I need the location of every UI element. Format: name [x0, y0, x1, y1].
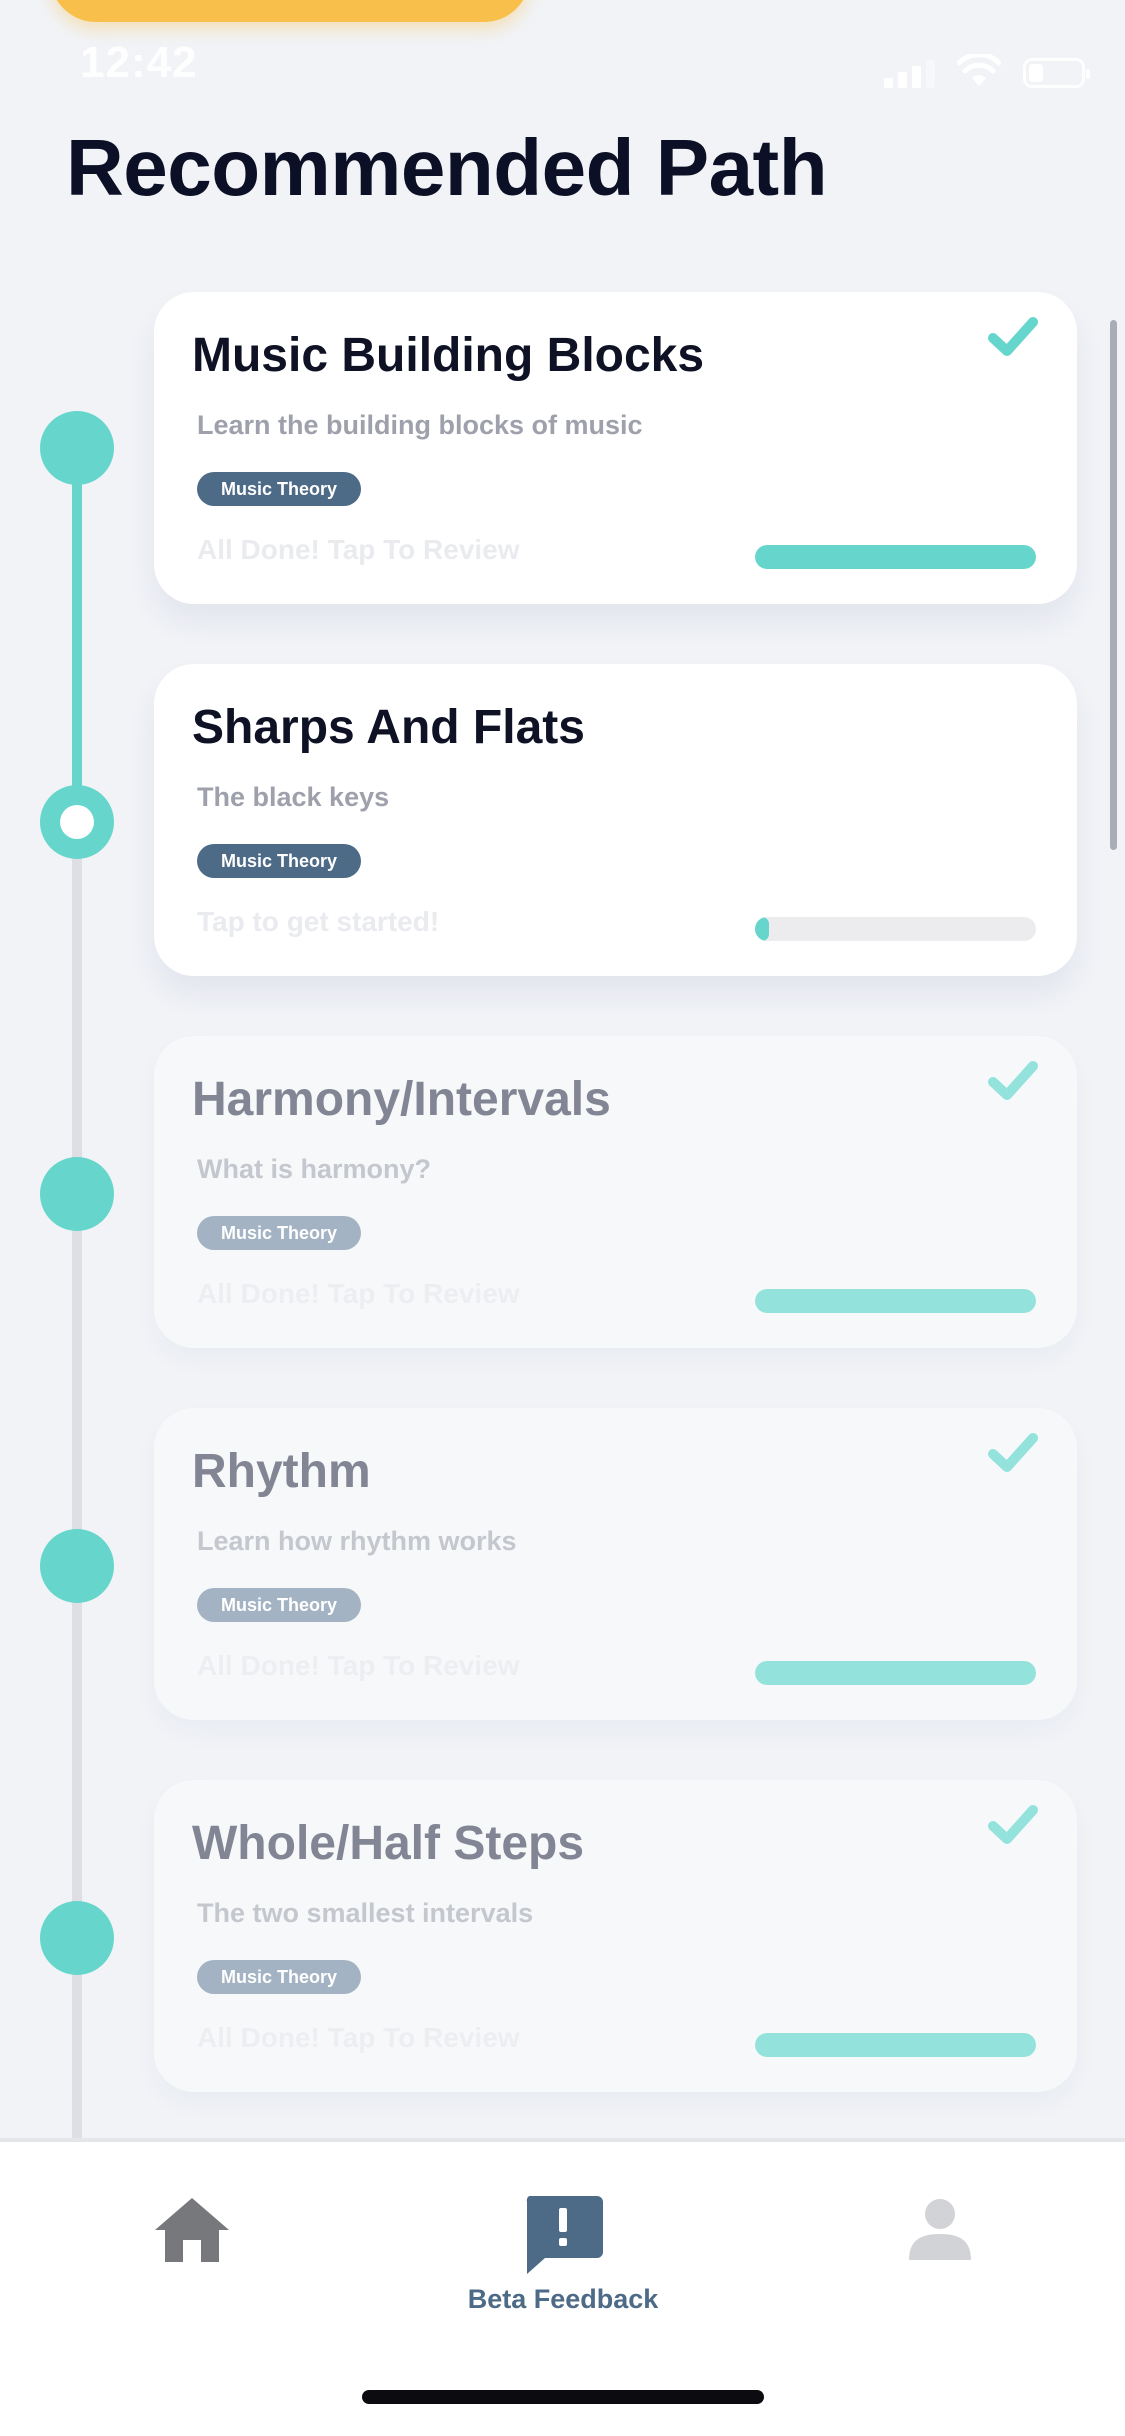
lesson-card-whole-half-steps[interactable]: Whole/Half Steps The two smallest interv… [154, 1780, 1077, 2092]
lesson-progress-bar [755, 1661, 1036, 1685]
lesson-status: All Done! Tap To Review [197, 2022, 520, 2053]
checkmark-icon [987, 314, 1039, 362]
lesson-tag: Music Theory [197, 844, 362, 878]
checkmark-icon [987, 1058, 1039, 1106]
nav-beta-feedback[interactable]: Beta Feedback [443, 2196, 683, 2316]
timeline-node-current [40, 785, 114, 859]
status-bar-time: 12:42 [80, 38, 198, 87]
lesson-description: The two smallest intervals [197, 1898, 534, 1928]
checkmark-icon [987, 1802, 1039, 1850]
profile-icon [909, 2199, 971, 2260]
lesson-progress-bar [755, 2033, 1036, 2057]
home-icon [155, 2198, 229, 2262]
nav-label-beta-feedback: Beta Feedback [467, 2284, 659, 2314]
timeline-node-completed [40, 411, 114, 485]
lesson-title: Harmony/Intervals [192, 1073, 611, 1126]
lesson-status: All Done! Tap To Review [197, 1650, 520, 1681]
feedback-icon [526, 2196, 603, 2274]
lesson-status: All Done! Tap To Review [197, 534, 520, 565]
lesson-progress-bar [755, 545, 1036, 569]
wifi-icon [957, 54, 1001, 86]
signal-icon [884, 58, 935, 88]
page-title: Recommended Path [66, 123, 828, 212]
lesson-description: Learn the building blocks of music [197, 410, 643, 440]
timeline-progress [72, 448, 82, 822]
lesson-tag: Music Theory [197, 472, 362, 506]
nav-profile[interactable] [820, 2196, 1060, 2316]
battery-icon [1023, 58, 1090, 88]
timeline-node-completed [40, 1157, 114, 1231]
home-indicator[interactable] [362, 2390, 764, 2404]
lesson-title: Music Building Blocks [192, 329, 705, 382]
lesson-card-harmony-intervals[interactable]: Harmony/Intervals What is harmony? Music… [154, 1036, 1077, 1348]
lesson-description: What is harmony? [197, 1154, 432, 1184]
lesson-description: Learn how rhythm works [197, 1526, 517, 1556]
checkmark-icon [987, 1430, 1039, 1478]
lesson-title: Sharps And Flats [192, 701, 585, 754]
lesson-title: Whole/Half Steps [192, 1817, 585, 1870]
timeline-node-completed [40, 1529, 114, 1603]
nav-home[interactable] [72, 2196, 312, 2316]
lesson-progress-bar [755, 917, 1036, 941]
scrollbar[interactable] [1110, 320, 1117, 850]
timeline-node-completed [40, 1901, 114, 1975]
lesson-tag: Music Theory [197, 1216, 362, 1250]
lesson-title: Rhythm [192, 1445, 371, 1498]
lesson-card-rhythm[interactable]: Rhythm Learn how rhythm works Music Theo… [154, 1408, 1077, 1720]
lesson-tag: Music Theory [197, 1960, 362, 1994]
lesson-status: All Done! Tap To Review [197, 1278, 520, 1309]
lesson-progress-bar [755, 1289, 1036, 1313]
lesson-description: The black keys [197, 782, 390, 812]
lesson-status: Tap to get started! [197, 906, 440, 937]
top-banner-pill[interactable] [50, 0, 530, 22]
lesson-tag: Music Theory [197, 1588, 362, 1622]
lesson-card-music-building-blocks[interactable]: Music Building Blocks Learn the building… [154, 292, 1077, 604]
status-bar-icons [884, 48, 1090, 88]
lesson-card-sharps-and-flats[interactable]: Sharps And Flats The black keys Music Th… [154, 664, 1077, 976]
